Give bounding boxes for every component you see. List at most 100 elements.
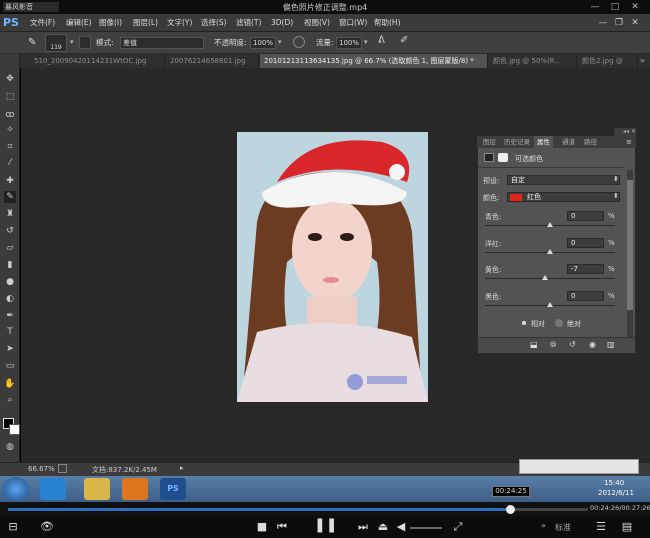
quality-chevron-icon[interactable]: » — [541, 521, 546, 530]
crop-tool-icon[interactable]: ⌗ — [4, 141, 16, 153]
panel-tab-channels[interactable]: 通道 — [559, 136, 578, 148]
ps-restore-icon[interactable]: ❐ — [612, 17, 626, 29]
preset-select[interactable]: 自定 — [507, 175, 620, 185]
ime-toolbar[interactable] — [519, 459, 639, 474]
pen-tool-icon[interactable]: ✒ — [4, 310, 16, 322]
ie-taskbar-icon[interactable] — [40, 478, 66, 500]
color-chevron-icon[interactable]: ⬍ — [613, 192, 619, 200]
brush-picker-chevron-icon[interactable]: ▾ — [70, 38, 74, 46]
tab-doc-4[interactable]: 颜色.jpg @ 50%(R... — [489, 54, 577, 68]
history-brush-tool-icon[interactable]: ↺ — [4, 225, 16, 237]
dodge-tool-icon[interactable]: ◐ — [4, 293, 16, 305]
flow-chevron-icon[interactable]: ▾ — [364, 38, 372, 48]
start-button[interactable] — [3, 477, 29, 501]
delete-icon[interactable]: ▥ — [607, 340, 615, 349]
menu-image[interactable]: 图像(I) — [99, 14, 122, 32]
method-absolute-radio[interactable] — [555, 319, 563, 327]
slider-thumb[interactable] — [547, 302, 553, 307]
pause-button[interactable]: ❚❚ — [314, 517, 337, 533]
quality-label[interactable]: 标准 — [555, 522, 571, 533]
eye-icon[interactable]: 👁 — [36, 520, 58, 533]
slider-thumb[interactable] — [542, 275, 549, 280]
player-close-button[interactable]: ✕ — [628, 1, 642, 13]
move-tool-icon[interactable]: ✥ — [4, 73, 16, 85]
menu-help[interactable]: 帮助(H) — [374, 14, 401, 32]
gradient-tool-icon[interactable]: ▮ — [4, 259, 16, 271]
slider-value-input[interactable]: 0 — [567, 238, 604, 248]
ps-close-icon[interactable]: ✕ — [628, 17, 642, 29]
brush-panel-toggle-icon[interactable] — [79, 36, 91, 49]
eraser-tool-icon[interactable]: ▱ — [4, 242, 16, 254]
open-file-icon[interactable]: ⊟ — [6, 520, 20, 533]
photoshop-taskbar-icon[interactable]: PS — [160, 478, 186, 500]
tray-time[interactable]: 15:40 — [604, 479, 624, 487]
slider-thumb[interactable] — [547, 249, 553, 254]
tabs-overflow-icon[interactable]: » — [640, 56, 645, 65]
slider-thumb[interactable] — [547, 222, 553, 227]
clone-stamp-tool-icon[interactable]: ♜ — [4, 208, 16, 220]
panel-collapse-icon[interactable]: ◂◂ ✕ — [614, 128, 636, 136]
panel-tab-paths[interactable]: 路径 — [581, 136, 600, 148]
menu-select[interactable]: 选择(S) — [201, 14, 227, 32]
stop-button[interactable]: ■ — [256, 520, 268, 533]
menu-view[interactable]: 视图(V) — [304, 14, 330, 32]
mode-select[interactable]: 差值 — [120, 37, 204, 49]
player-minimize-button[interactable]: — — [588, 1, 602, 13]
menu-layer[interactable]: 图层(L) — [133, 14, 158, 32]
lasso-tool-icon[interactable]: ꝏ — [4, 109, 16, 121]
menu-3d[interactable]: 3D(D) — [271, 14, 293, 32]
zoom-tool-icon[interactable]: ⌕ — [4, 394, 16, 406]
playlist-icon[interactable]: ☰ — [594, 520, 608, 533]
brush-tool-icon[interactable]: ✎ — [28, 37, 42, 49]
slider-value-input[interactable]: 0 — [567, 211, 604, 221]
flow-input[interactable]: 100% — [336, 37, 362, 49]
toolbox-icon[interactable]: ▤ — [620, 520, 634, 533]
ps-minimize-icon[interactable]: — — [596, 17, 610, 29]
eject-button[interactable]: ⏏ — [377, 520, 389, 533]
opacity-input[interactable]: 100% — [250, 37, 276, 49]
menu-edit[interactable]: 编辑(E) — [66, 14, 92, 32]
volume-icon[interactable]: ◀ — [395, 520, 407, 533]
progress-thumb[interactable] — [506, 505, 515, 514]
visibility-icon[interactable]: ◉ — [589, 340, 596, 349]
panel-scroll-thumb[interactable] — [627, 180, 633, 310]
panel-tab-history[interactable]: 历史记录 — [501, 136, 533, 148]
tray-date[interactable]: 2012/6/11 — [598, 489, 634, 497]
status-menu-icon[interactable]: ▸ — [180, 464, 184, 472]
quick-mask-icon[interactable]: ◍ — [4, 441, 16, 453]
quick-select-tool-icon[interactable]: ✧ — [4, 124, 16, 136]
path-select-tool-icon[interactable]: ➤ — [4, 343, 16, 355]
volume-slider[interactable] — [410, 527, 442, 529]
hand-tool-icon[interactable]: ✋ — [4, 378, 16, 390]
shape-tool-icon[interactable]: ▭ — [4, 360, 16, 372]
panel-tab-properties[interactable]: 属性 — [534, 136, 553, 148]
fullscreen-button[interactable]: ⤢ — [452, 520, 464, 534]
brush-size-picker[interactable]: 119 — [45, 34, 67, 52]
background-color-swatch[interactable] — [9, 424, 20, 435]
slider-value-input[interactable]: 0 — [567, 291, 604, 301]
type-tool-icon[interactable]: T — [4, 326, 16, 338]
clip-to-layer-icon[interactable]: ⬓ — [530, 340, 538, 349]
panel-tab-layers[interactable]: 图层 — [480, 136, 499, 148]
zoom-icon[interactable] — [58, 464, 67, 473]
slider-value-input[interactable]: -7 — [567, 264, 604, 274]
progress-played[interactable] — [8, 508, 508, 511]
player-maximize-button[interactable]: □ — [608, 1, 622, 13]
tab-doc-active[interactable]: 2010121311363413​5.jpg @ 66.7% (选取颜色 1, … — [260, 54, 488, 68]
panel-menu-icon[interactable]: ≡ — [626, 138, 632, 146]
pressure-opacity-icon[interactable] — [293, 36, 305, 48]
menu-file[interactable]: 文件(F) — [30, 14, 55, 32]
tab-doc-2[interactable]: 20076214658801.jpg — [166, 54, 259, 68]
eyedropper-tool-icon[interactable]: ⁄ — [4, 157, 16, 169]
method-relative-radio[interactable] — [520, 319, 528, 327]
pressure-size-icon[interactable]: ✐ — [400, 35, 408, 46]
marquee-tool-icon[interactable]: ⬚ — [4, 91, 16, 103]
view-previous-icon[interactable]: ⦾ — [550, 340, 556, 350]
brush-tool-icon-sidebar[interactable]: ✎ — [4, 191, 16, 203]
menu-window[interactable]: 窗口(W) — [339, 14, 367, 32]
next-button[interactable]: ⏭ — [357, 520, 369, 534]
zoom-level[interactable]: 66.67% — [28, 465, 55, 473]
opacity-chevron-icon[interactable]: ▾ — [278, 38, 286, 48]
menu-type[interactable]: 文字(Y) — [167, 14, 192, 32]
blur-tool-icon[interactable]: ● — [4, 276, 16, 288]
